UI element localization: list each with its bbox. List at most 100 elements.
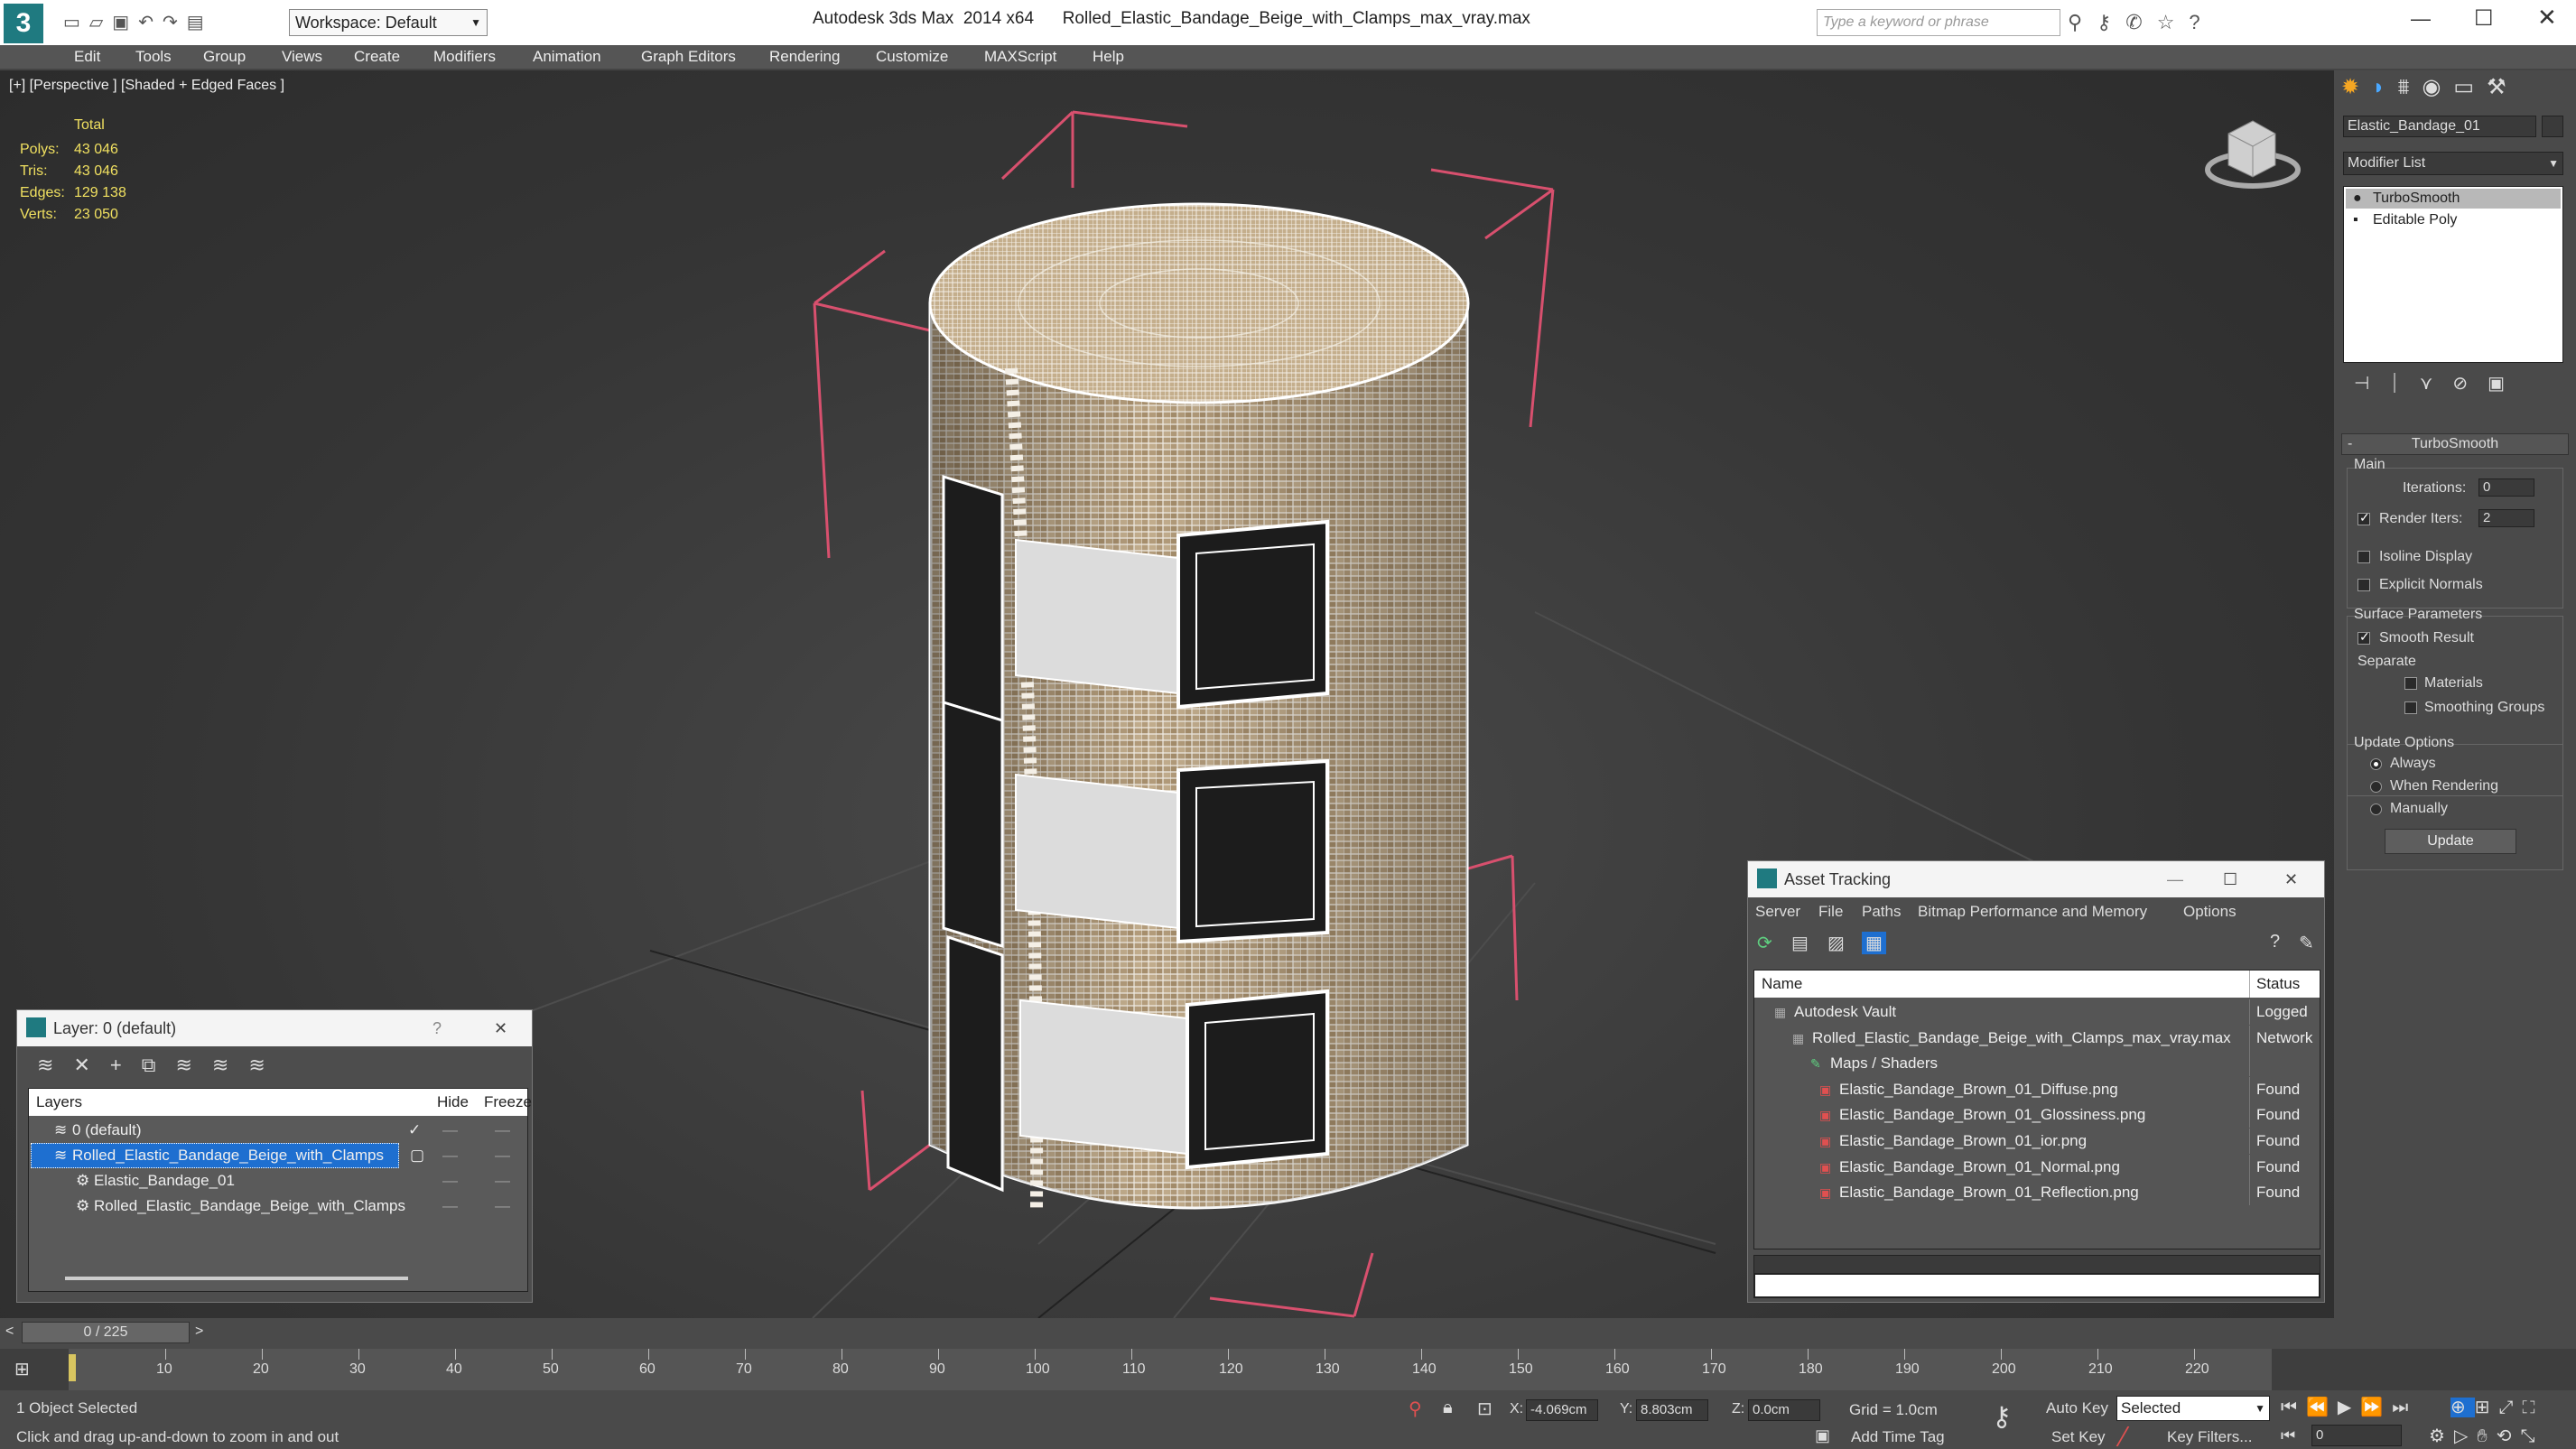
stack-item-turbosmooth[interactable]: ● TurboSmooth xyxy=(2346,189,2561,209)
highlight-icon[interactable]: ✎ xyxy=(2299,932,2314,954)
menu-customize[interactable]: Customize xyxy=(876,45,948,69)
horizontal-scrollbar[interactable] xyxy=(65,1277,408,1280)
explicit-normals-checkbox[interactable] xyxy=(2357,579,2370,591)
active-layer-box-icon[interactable]: ▢ xyxy=(410,1143,424,1168)
layers-icon[interactable]: ≋ xyxy=(37,1054,73,1076)
asset-row[interactable]: ▣ Elastic_Bandage_Brown_01_Reflection.png… xyxy=(1754,1180,2320,1206)
hide-toggle[interactable]: — xyxy=(442,1143,458,1168)
create-tab-icon[interactable]: ✹ xyxy=(2341,75,2372,99)
asset-row[interactable]: ▣ Elastic_Bandage_Brown_01_Normal.png Foun… xyxy=(1754,1154,2320,1180)
help-button[interactable]: ? xyxy=(432,1010,442,1046)
asset-row[interactable]: ▣ Elastic_Bandage_Brown_01_Diffuse.png Fou… xyxy=(1754,1076,2320,1102)
stack-item-editable-poly[interactable]: ▪ Editable Poly xyxy=(2346,210,2561,230)
list-view-icon[interactable]: ▤ xyxy=(1791,932,1809,954)
menu-edit[interactable]: Edit xyxy=(74,45,100,69)
zoom-icon[interactable]: ⊕ xyxy=(2450,1398,2475,1417)
hide-all-icon[interactable]: ≋ xyxy=(212,1054,248,1076)
star-icon[interactable]: ☆ xyxy=(2157,11,2190,33)
manually-radio[interactable] xyxy=(2370,803,2382,815)
asset-window-titlebar[interactable]: Asset Tracking — ☐ ✕ xyxy=(1748,861,2324,897)
maximize-viewport-icon[interactable]: ⛶ xyxy=(2523,1398,2544,1417)
y-coordinate-field[interactable]: 8.803cm xyxy=(1636,1399,1708,1421)
freeze-toggle[interactable]: — xyxy=(495,1194,510,1219)
menu-graph-editors[interactable]: Graph Editors xyxy=(641,45,736,69)
add-time-tag[interactable]: Add Time Tag xyxy=(1851,1428,1945,1446)
pan-icon[interactable]: ✋︎ xyxy=(2477,1426,2496,1446)
menu-tools[interactable]: Tools xyxy=(135,45,172,69)
motion-tab-icon[interactable]: ◉ xyxy=(2422,75,2453,99)
turbosmooth-rollout-header[interactable]: - TurboSmooth xyxy=(2341,433,2569,455)
col-name[interactable]: Name xyxy=(1762,971,1802,998)
menu-create[interactable]: Create xyxy=(354,45,400,69)
menu-views[interactable]: Views xyxy=(282,45,322,69)
project-icon[interactable]: ▤ xyxy=(187,13,213,33)
time-slider-prev[interactable]: < xyxy=(5,1324,14,1340)
layer-row[interactable]: ≋ 0 (default) ✓ — — xyxy=(29,1118,527,1143)
view-cube-icon[interactable] xyxy=(2205,120,2301,189)
curve-editor-icon[interactable]: ⊞ xyxy=(14,1358,30,1380)
menu-animation[interactable]: Animation xyxy=(533,45,601,69)
always-radio[interactable] xyxy=(2370,758,2382,770)
set-key-button[interactable]: Set Key xyxy=(2051,1428,2106,1446)
zoom-all-icon[interactable]: ⊞ xyxy=(2475,1398,2499,1417)
zoom-extents-icon[interactable]: ⤢ xyxy=(2499,1398,2523,1417)
close-icon[interactable]: ✕ xyxy=(2284,861,2298,897)
show-end-result-icon[interactable]: ⏐ xyxy=(2389,374,2419,394)
viewport-label[interactable]: [+] [Perspective ] [Shaded + Edged Faces… xyxy=(9,78,284,94)
app-logo-icon[interactable]: 3 xyxy=(4,4,43,43)
smoothing-groups-checkbox[interactable] xyxy=(2404,701,2417,714)
play-icon[interactable]: ▶ xyxy=(2338,1398,2360,1417)
layer-row[interactable]: ⚙ Elastic_Bandage_01 — — xyxy=(29,1168,527,1194)
freeze-toggle[interactable]: — xyxy=(495,1143,510,1168)
maximize-button[interactable]: ☐ xyxy=(2474,5,2494,32)
hide-toggle[interactable]: — xyxy=(442,1118,458,1143)
z-coordinate-field[interactable]: 0.0cm xyxy=(1748,1399,1820,1421)
when-rendering-radio[interactable] xyxy=(2370,781,2382,793)
minimize-button[interactable]: — xyxy=(2411,7,2431,31)
expand-icon[interactable]: ▪ xyxy=(2353,210,2358,230)
search-input[interactable]: Type a keyword or phrase xyxy=(1817,9,2060,36)
time-config-icon[interactable]: ⚙ xyxy=(2429,1426,2454,1446)
close-button[interactable]: ✕ xyxy=(2537,4,2557,32)
binoculars-icon[interactable]: ⚲ xyxy=(2068,11,2097,33)
column-divider[interactable] xyxy=(2249,971,2250,998)
key-filters-button[interactable]: Key Filters... xyxy=(2167,1428,2252,1446)
table-view-icon[interactable]: ▦ xyxy=(1862,932,1886,954)
display-tab-icon[interactable]: ▭ xyxy=(2453,75,2487,99)
make-unique-icon[interactable]: ⋎ xyxy=(2420,374,2453,394)
set-key-mode-icon[interactable]: ⚷ xyxy=(1992,1401,2012,1433)
x-coordinate-field[interactable]: -4.069cm xyxy=(1526,1399,1598,1421)
help-icon[interactable]: ? xyxy=(2270,932,2280,952)
time-slider-thumb[interactable]: 0 / 225 xyxy=(22,1322,190,1343)
asset-menu-options[interactable]: Options xyxy=(2183,897,2237,926)
layer-window-titlebar[interactable]: Layer: 0 (default) ? ✕ xyxy=(17,1010,532,1046)
configure-sets-icon[interactable]: ▣ xyxy=(2488,374,2525,394)
menu-rendering[interactable]: Rendering xyxy=(769,45,840,69)
smooth-result-checkbox[interactable] xyxy=(2357,629,2370,645)
object-color-swatch[interactable] xyxy=(2542,116,2563,137)
previous-frame-icon[interactable]: ⏪ xyxy=(2306,1398,2338,1417)
time-slider[interactable]: < 0 / 225 > xyxy=(0,1318,2576,1349)
lock-selection-icon[interactable]: 🔒︎ xyxy=(1443,1398,1453,1418)
col-status[interactable]: Status xyxy=(2256,971,2300,998)
refresh-icon[interactable]: ⟳ xyxy=(1757,932,1772,954)
object-name-field[interactable]: Elastic_Bandage_01 xyxy=(2343,116,2536,137)
go-to-end-icon[interactable]: ⏭ xyxy=(2392,1398,2417,1417)
isoline-display-checkbox[interactable] xyxy=(2357,551,2370,563)
col-freeze[interactable]: Freeze xyxy=(484,1089,532,1116)
key-icon[interactable]: ⚷ xyxy=(2097,11,2125,33)
freeze-toggle[interactable]: — xyxy=(495,1168,510,1194)
open-file-icon[interactable]: ▱ xyxy=(89,13,112,33)
asset-row[interactable]: ✎ Maps / Shaders xyxy=(1754,1051,2320,1077)
current-frame-marker[interactable] xyxy=(69,1354,76,1381)
hide-toggle[interactable]: — xyxy=(442,1168,458,1194)
asset-row[interactable]: ▦ Autodesk Vault Logged xyxy=(1754,999,2320,1025)
materials-checkbox[interactable] xyxy=(2404,677,2417,690)
transform-mode-icon[interactable]: ⊡ xyxy=(1477,1398,1493,1420)
menu-group[interactable]: Group xyxy=(203,45,246,69)
menu-modifiers[interactable]: Modifiers xyxy=(433,45,496,69)
select-layer-icon[interactable]: ⧉ xyxy=(142,1054,176,1076)
key-mode-icon[interactable]: ⏮ xyxy=(2281,1426,2295,1445)
hierarchy-tab-icon[interactable]: ⩩ xyxy=(2398,75,2423,99)
track-bar[interactable]: ⊞ 10 20 30 40 50 60 70 80 90 100 110 120 130 140 150 16… xyxy=(0,1349,2576,1390)
